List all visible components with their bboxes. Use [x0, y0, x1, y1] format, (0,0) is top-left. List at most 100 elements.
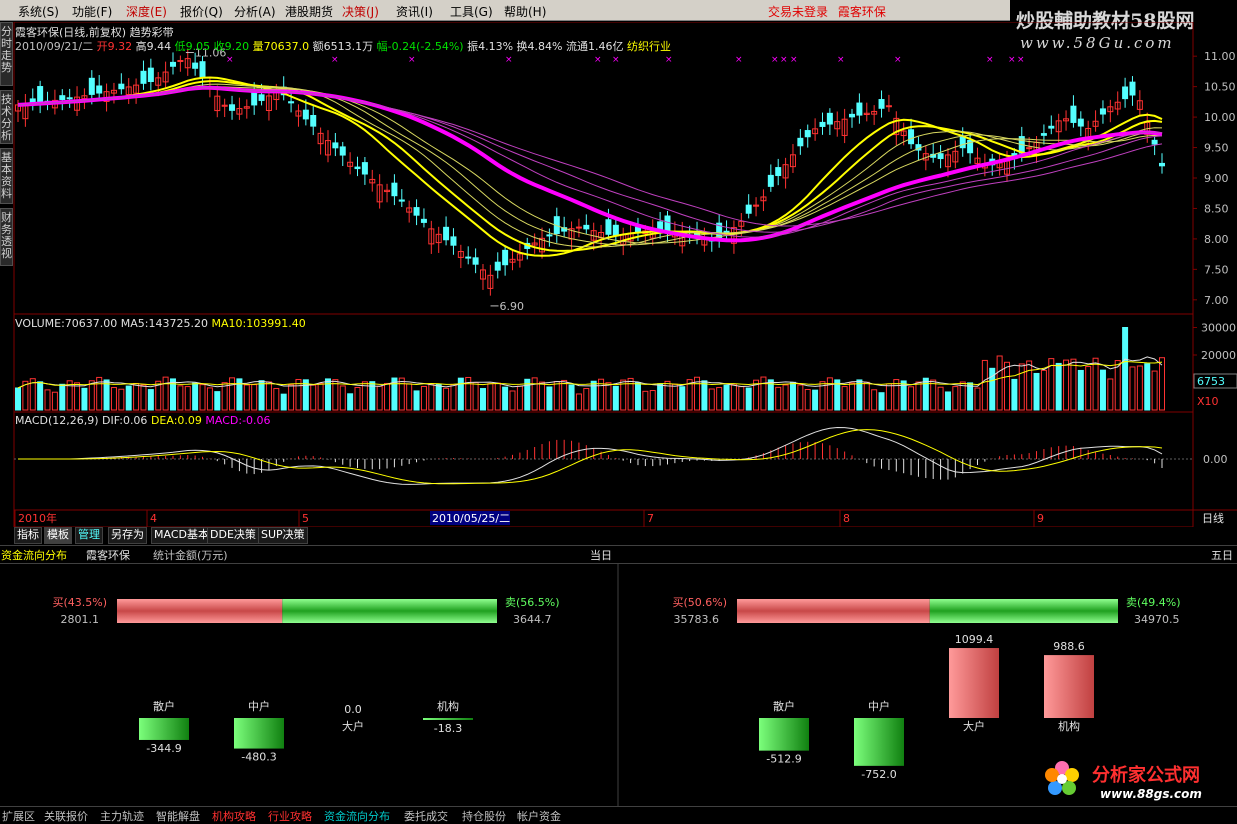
- volume-bar: [789, 381, 796, 411]
- volume-bar: [443, 387, 450, 411]
- bottom-tab-0[interactable]: 扩展区: [2, 808, 35, 824]
- candle-body: [634, 226, 641, 233]
- menu-item-9[interactable]: 帮助(H): [504, 3, 546, 20]
- candle-body: [302, 109, 309, 120]
- flow-bar-name: 大户: [963, 719, 985, 733]
- flow-left-period[interactable]: 当日: [590, 547, 612, 563]
- time-cursor-label: 2010/05/25/二: [432, 512, 510, 525]
- indicator-tab-3[interactable]: 另存为: [108, 527, 147, 544]
- volume-bar: [428, 384, 435, 411]
- candle-body: [88, 77, 95, 95]
- candle-body: [819, 121, 826, 127]
- flow-bar-name: 大户: [342, 719, 364, 733]
- flow-bar-value: -480.3: [241, 751, 276, 764]
- volume-bar: [398, 377, 405, 411]
- volume-bar: [539, 381, 546, 411]
- volume-bar: [575, 393, 582, 411]
- flow-right-period[interactable]: 五日: [1211, 547, 1233, 563]
- flow-bar-value: -512.9: [766, 753, 801, 766]
- volume-bar: [1159, 357, 1165, 411]
- bottom-tab-4[interactable]: 机构攻略: [212, 808, 256, 824]
- bottom-tab-7[interactable]: 委托成交: [404, 808, 448, 824]
- candle-body: [118, 83, 125, 90]
- price-axis-label: 10.50: [1204, 81, 1236, 94]
- candle-body: [1048, 125, 1055, 129]
- sell-value: 34970.5: [1134, 613, 1180, 626]
- volume-bar: [472, 382, 479, 411]
- volume-bar: [915, 381, 922, 411]
- bottom-tab-9[interactable]: 帐户资金: [517, 808, 561, 824]
- indicator-tab-0[interactable]: 指标: [14, 527, 42, 544]
- login-text[interactable]: 交易未登录: [768, 5, 828, 19]
- bottom-tab-1[interactable]: 关联报价: [44, 808, 88, 824]
- indicator-tab-5[interactable]: DDE决策: [207, 527, 259, 544]
- bottom-tab-6[interactable]: 资金流向分布: [324, 808, 390, 824]
- menu-item-0[interactable]: 系统(S): [18, 3, 59, 20]
- ribbon-line-yellow: [17, 76, 1163, 257]
- volume-bar: [937, 386, 944, 411]
- ribbon-line-yellow: [17, 83, 1163, 248]
- ribbon-line-yellow: [17, 87, 1163, 244]
- flow-bar-negative: [423, 718, 473, 720]
- volume-bar: [280, 393, 287, 411]
- volume-bar: [738, 386, 745, 411]
- price-axis-label: 11.00: [1204, 50, 1236, 63]
- buy-ratio-bar: [117, 599, 283, 623]
- bottom-tab-3[interactable]: 智能解盘: [156, 808, 200, 824]
- volume-bar: [177, 385, 184, 411]
- volume-axis-label: 30000: [1201, 322, 1236, 335]
- volume-bar: [1099, 369, 1106, 411]
- flow-bar-negative: [234, 718, 284, 749]
- flow-stock: 霞客环保: [86, 549, 130, 562]
- volume-box-value: 6753: [1197, 375, 1225, 388]
- quote-line: 2010/09/21/二 开9.32 高9.44 低9.05 收9.20 量70…: [15, 38, 671, 54]
- candle-body: [878, 99, 885, 109]
- price-axis-label: 9.50: [1204, 142, 1229, 155]
- menu-item-7[interactable]: 资讯(I): [396, 3, 433, 20]
- indicator-tab-6[interactable]: SUP决策: [258, 527, 308, 544]
- price-axis-label: 7.00: [1204, 294, 1229, 307]
- login-status[interactable]: 交易未登录 霞客环保: [768, 3, 886, 20]
- volume-bar: [221, 382, 228, 411]
- bottom-tab-2[interactable]: 主力轨迹: [100, 808, 144, 824]
- macd-dea-line: [18, 429, 1163, 485]
- stock-link[interactable]: 霞客环保: [838, 5, 886, 19]
- indicator-tab-4[interactable]: MACD基本: [151, 527, 212, 544]
- volume-bar: [450, 383, 457, 411]
- volume-bar: [642, 390, 649, 411]
- menu-item-2[interactable]: 深度(E): [126, 3, 167, 20]
- menu-item-6[interactable]: 决策(J): [342, 3, 379, 20]
- volume-bar: [354, 386, 361, 411]
- candle-body: [66, 97, 73, 100]
- volume-bar: [1055, 362, 1062, 411]
- volume-bar: [258, 380, 265, 411]
- volume-bar: [634, 382, 641, 411]
- volume-bar: [516, 385, 523, 411]
- volume-bar: [125, 385, 132, 411]
- candle-body: [797, 137, 804, 147]
- menu-item-4[interactable]: 分析(A): [234, 3, 276, 20]
- time-period-label[interactable]: 日线: [1202, 511, 1224, 525]
- volume-bar: [435, 383, 442, 411]
- indicator-tab-1[interactable]: 模板: [44, 527, 72, 544]
- menu-item-8[interactable]: 工具(G): [450, 3, 493, 20]
- volume-ma5: MA5:143725.20: [120, 317, 208, 330]
- volume-bar: [1129, 366, 1136, 411]
- volume-bar: [1070, 358, 1077, 411]
- menu-item-3[interactable]: 报价(Q): [180, 3, 223, 20]
- volume-bar: [199, 384, 206, 411]
- candle-body: [849, 113, 856, 118]
- indicator-tab-2[interactable]: 管理: [75, 527, 103, 544]
- menu-item-5[interactable]: 港股期货: [285, 3, 333, 20]
- volume-bar: [797, 384, 804, 411]
- bottom-tab-8[interactable]: 持仓股份: [462, 808, 506, 824]
- chart-frame: [13, 22, 1194, 527]
- volume-bar: [930, 379, 937, 411]
- volume-bar: [206, 387, 213, 411]
- ribbon-line-magenta: [17, 85, 1163, 243]
- volume-bar: [745, 387, 752, 411]
- menu-item-1[interactable]: 功能(F): [72, 3, 112, 20]
- kline-chart[interactable]: 11.0010.5010.009.509.008.508.007.507.001…: [0, 22, 1237, 527]
- bottom-tab-5[interactable]: 行业攻略: [268, 808, 312, 824]
- candle-body: [494, 261, 501, 271]
